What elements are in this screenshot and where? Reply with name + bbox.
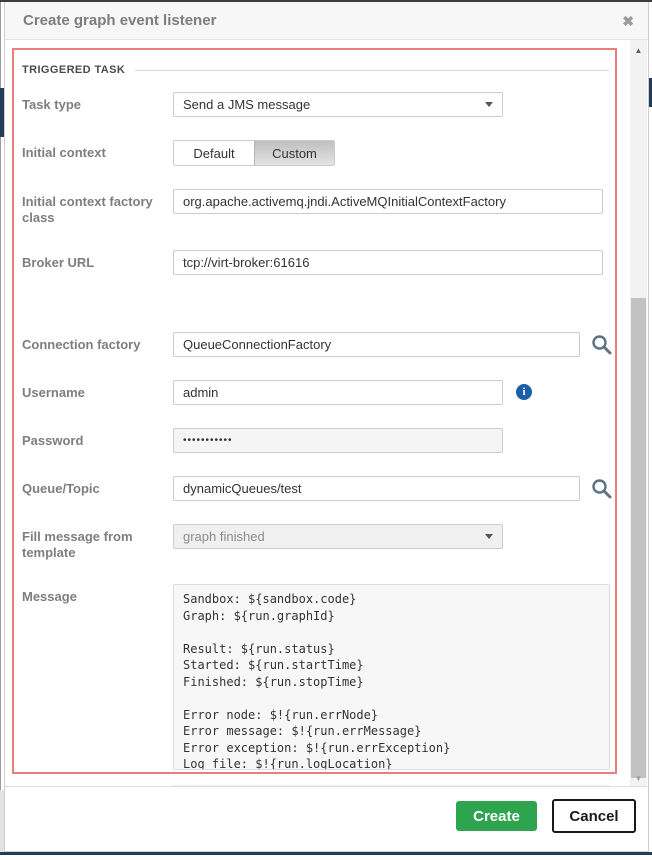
scroll-up-arrow-icon[interactable]: ▲ bbox=[630, 42, 647, 58]
dialog-footer: Create Cancel bbox=[5, 786, 648, 851]
message-row: Message Sandbox: ${sandbox.code} Graph: … bbox=[22, 584, 609, 775]
broker-url-row: Broker URL bbox=[22, 250, 609, 275]
section-title: TRIGGERED TASK bbox=[22, 64, 125, 76]
initial-context-factory-class-row: Initial context factory class bbox=[22, 189, 609, 227]
vertical-scrollbar[interactable]: ▲ ▼ bbox=[630, 40, 647, 786]
fill-template-row: Fill message from template graph finishe… bbox=[22, 524, 609, 562]
task-type-row: Task type Send a JMS message bbox=[22, 92, 609, 117]
dialog-title: Create graph event listener bbox=[23, 12, 622, 29]
cancel-button[interactable]: Cancel bbox=[552, 799, 636, 833]
initial-context-default-button[interactable]: Default bbox=[174, 141, 254, 165]
scroll-down-arrow-icon[interactable]: ▼ bbox=[630, 770, 647, 786]
chevron-down-icon bbox=[485, 534, 493, 539]
connection-factory-input[interactable] bbox=[173, 332, 580, 357]
initial-context-label: Initial context bbox=[22, 140, 162, 161]
message-label: Message bbox=[22, 584, 162, 605]
username-label: Username bbox=[22, 380, 162, 401]
page-bottom-left-edge bbox=[0, 790, 4, 852]
section-divider bbox=[135, 70, 609, 71]
initial-context-custom-button[interactable]: Custom bbox=[254, 141, 334, 165]
queue-topic-row: Queue/Topic bbox=[22, 476, 609, 501]
password-label: Password bbox=[22, 428, 162, 449]
search-icon[interactable] bbox=[591, 478, 612, 504]
search-icon[interactable] bbox=[591, 334, 612, 360]
dialog-body: TRIGGERED TASK Task type Send a JMS mess… bbox=[5, 40, 648, 786]
password-input[interactable] bbox=[173, 428, 503, 453]
initial-context-row: Initial context Default Custom bbox=[22, 140, 609, 166]
create-graph-event-listener-dialog: Create graph event listener ✖ TRIGGERED … bbox=[4, 2, 649, 852]
initial-context-toggle: Default Custom bbox=[173, 140, 335, 166]
create-button[interactable]: Create bbox=[456, 801, 537, 831]
dialog-header: Create graph event listener ✖ bbox=[5, 2, 648, 40]
task-type-select[interactable]: Send a JMS message bbox=[173, 92, 503, 117]
scrollbar-thumb[interactable] bbox=[631, 298, 646, 778]
info-icon[interactable]: i bbox=[516, 384, 532, 400]
connection-factory-label: Connection factory bbox=[22, 332, 162, 353]
fill-template-label: Fill message from template bbox=[22, 524, 162, 562]
broker-url-label: Broker URL bbox=[22, 250, 162, 271]
initial-context-factory-class-label: Initial context factory class bbox=[22, 189, 162, 227]
task-type-label: Task type bbox=[22, 92, 162, 113]
queue-topic-input[interactable] bbox=[173, 476, 580, 501]
fill-template-select[interactable]: graph finished bbox=[173, 524, 503, 549]
password-row: Password bbox=[22, 428, 609, 453]
page-left-navy-accent bbox=[0, 88, 4, 137]
task-type-value: Send a JMS message bbox=[183, 97, 310, 112]
validation-outline-box: TRIGGERED TASK Task type Send a JMS mess… bbox=[12, 48, 617, 774]
connection-factory-row: Connection factory bbox=[22, 332, 609, 357]
chevron-down-icon bbox=[485, 102, 493, 107]
fill-template-value: graph finished bbox=[183, 529, 265, 544]
page-bottom-navy-bar bbox=[0, 852, 652, 855]
triggered-task-section-header: TRIGGERED TASK bbox=[22, 64, 609, 76]
close-icon[interactable]: ✖ bbox=[622, 14, 634, 28]
message-textarea[interactable]: Sandbox: ${sandbox.code} Graph: ${run.gr… bbox=[173, 584, 610, 770]
initial-context-factory-class-input[interactable] bbox=[173, 189, 603, 214]
broker-url-input[interactable] bbox=[173, 250, 603, 275]
username-input[interactable] bbox=[173, 380, 503, 405]
username-row: Username i bbox=[22, 380, 609, 405]
page-top-edge bbox=[0, 0, 652, 2]
queue-topic-label: Queue/Topic bbox=[22, 476, 162, 497]
